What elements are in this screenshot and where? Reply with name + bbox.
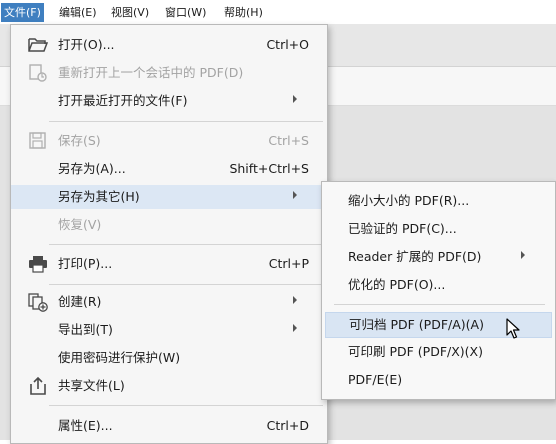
menu-separator [49, 405, 323, 406]
submenu-arrow-icon [293, 324, 297, 332]
menu-item-optimized-pdf[interactable]: 优化的 PDF(O)... [322, 273, 555, 297]
menu-item-open[interactable]: 打开(O)... Ctrl+O [11, 33, 327, 57]
menu-item-save-as-other[interactable]: 另存为其它(H) [11, 185, 327, 209]
menu-item-revert[interactable]: 恢复(V) [11, 213, 327, 237]
submenu-arrow-icon [293, 191, 297, 199]
mouse-cursor-icon [506, 318, 520, 339]
menu-item-export-to[interactable]: 导出到(T) [11, 318, 327, 342]
menu-item-print[interactable]: 打印(P)... Ctrl+P [11, 252, 327, 276]
menu-separator [49, 121, 323, 122]
reopen-icon [27, 63, 49, 83]
menu-separator [334, 304, 545, 305]
menu-separator [49, 284, 323, 285]
submenu-arrow-icon [293, 296, 297, 304]
menu-file[interactable]: 文件(F) [1, 3, 44, 22]
submenu-arrow-icon [293, 95, 297, 103]
printer-icon [27, 254, 49, 274]
menu-item-printable-pdf[interactable]: 可印刷 PDF (PDF/X)(X) [322, 340, 555, 364]
menu-item-recent-files[interactable]: 打开最近打开的文件(F) [11, 89, 327, 113]
menu-item-certified-pdf[interactable]: 已验证的 PDF(C)... [322, 217, 555, 241]
share-icon [27, 376, 49, 396]
menu-item-share-file[interactable]: 共享文件(L) [11, 374, 327, 398]
folder-open-icon [27, 35, 49, 55]
menu-item-reduced-size-pdf[interactable]: 缩小大小的 PDF(R)... [322, 189, 555, 213]
menu-separator [49, 244, 323, 245]
save-as-other-submenu: 缩小大小的 PDF(R)... 已验证的 PDF(C)... Reader 扩展… [321, 181, 556, 400]
menu-view[interactable]: 视图(V) [108, 3, 152, 22]
submenu-arrow-icon [521, 251, 525, 259]
menu-item-reader-extended-pdf[interactable]: Reader 扩展的 PDF(D) [322, 245, 555, 269]
menu-item-save[interactable]: 保存(S) Ctrl+S [11, 129, 327, 153]
save-icon [27, 131, 49, 151]
create-pdf-icon [27, 292, 49, 312]
menu-help[interactable]: 帮助(H) [221, 3, 266, 22]
menu-item-reopen-last-session[interactable]: 重新打开上一个会话中的 PDF(D) [11, 61, 327, 85]
menu-item-create[interactable]: 创建(R) [11, 290, 327, 314]
menubar: 文件(F) 编辑(E) 视图(V) 窗口(W) 帮助(H) [0, 0, 556, 24]
menu-window[interactable]: 窗口(W) [162, 3, 209, 22]
file-menu: 打开(O)... Ctrl+O 重新打开上一个会话中的 PDF(D) 打开最近打… [10, 24, 328, 444]
menu-item-protect-with-password[interactable]: 使用密码进行保护(W) [11, 346, 327, 370]
menu-item-properties[interactable]: 属性(E)... Ctrl+D [11, 414, 327, 438]
menu-item-pdf-e[interactable]: PDF/E(E) [322, 368, 555, 392]
menu-edit[interactable]: 编辑(E) [56, 3, 100, 22]
menu-item-save-as[interactable]: 另存为(A)... Shift+Ctrl+S [11, 157, 327, 181]
